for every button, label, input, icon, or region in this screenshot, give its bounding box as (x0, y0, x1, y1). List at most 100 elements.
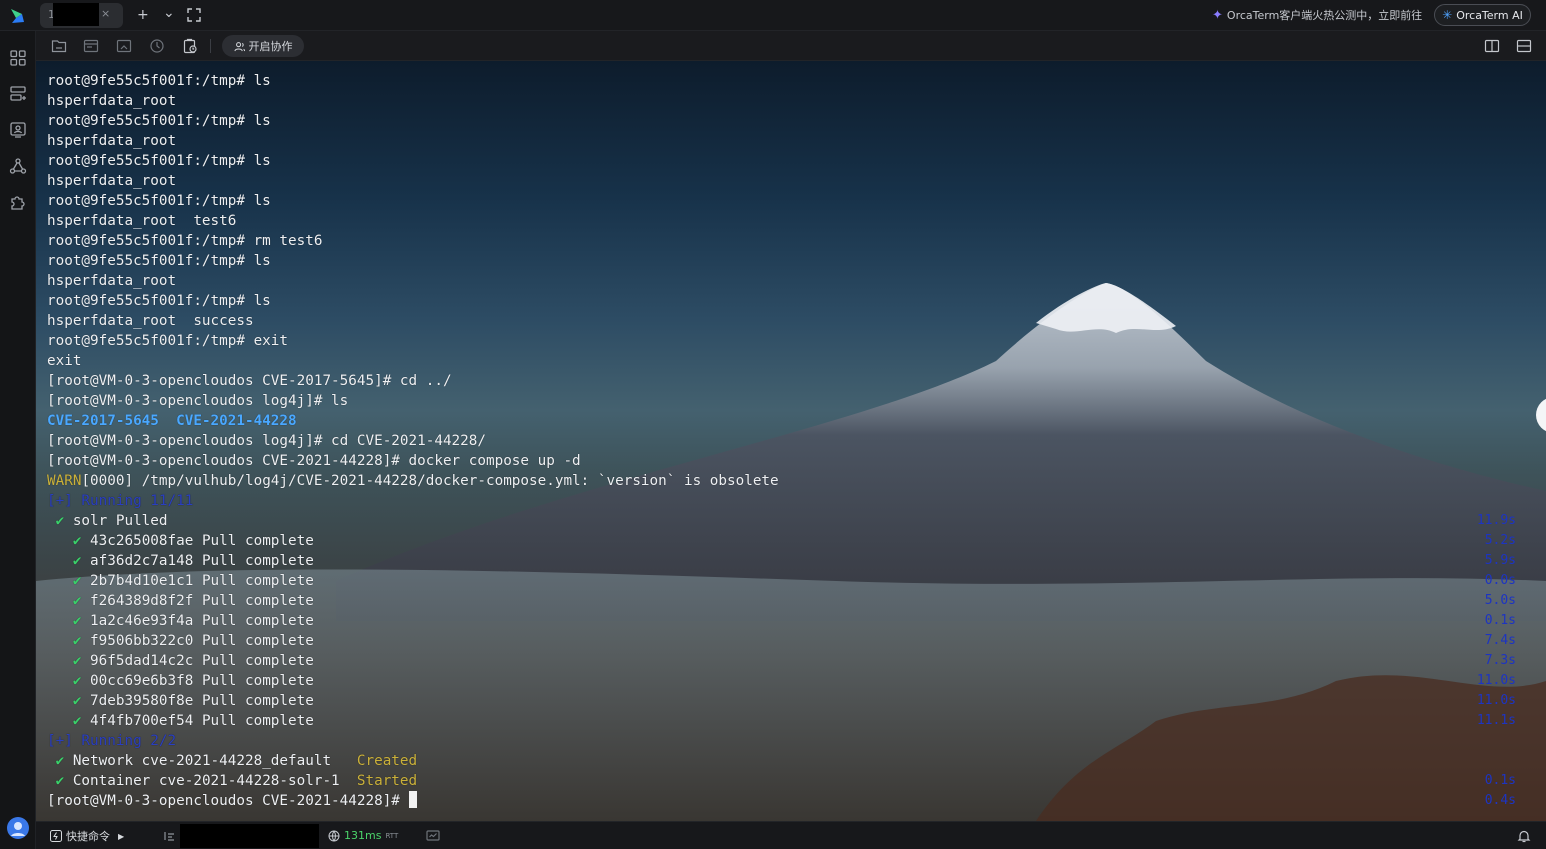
terminal-text-segment: hsperfdata_root (47, 273, 177, 289)
terminal-text-segment: hsperfdata_root (47, 173, 177, 189)
split-horizontal-icon[interactable] (1516, 38, 1532, 54)
terminal-text-segment: [root@VM-0-3-opencloudos CVE-2017-5645]#… (47, 373, 452, 389)
terminal-line: hsperfdata_root (47, 271, 779, 291)
terminal-text-segment: Started (356, 773, 418, 789)
terminal-line: ✔ 96f5dad14c2c Pull complete (47, 651, 779, 671)
split-vertical-icon[interactable] (1484, 38, 1500, 54)
terminal-text-segment: [0000] /tmp/vulhub/log4j/CVE-2021-44228/… (81, 473, 779, 489)
duration-label: 7.4s (1484, 633, 1516, 648)
terminal-line: ✔ Network cve-2021-44228_default Created (47, 751, 779, 771)
terminal-panel-icon[interactable] (83, 38, 99, 54)
duration-label: 0.1s (1484, 773, 1516, 788)
duration-label: 5.9s (1484, 553, 1516, 568)
terminal-text-segment: f9506bb322c0 Pull complete (81, 633, 314, 649)
globe-icon (328, 830, 340, 841)
server-list-icon[interactable] (9, 85, 27, 103)
terminal-line: [root@VM-0-3-opencloudos log4j]# ls (47, 391, 779, 411)
toolbar-divider (210, 39, 211, 53)
terminal-text-segment: ✔ (47, 573, 82, 589)
network-nodes-icon[interactable] (9, 157, 27, 175)
terminal-line: [root@VM-0-3-opencloudos CVE-2021-44228]… (47, 451, 779, 471)
terminal-line: root@9fe55c5f001f:/tmp# ls (47, 151, 779, 171)
terminal-line: hsperfdata_root test6 (47, 211, 779, 231)
lightning-icon (50, 830, 62, 842)
terminal-line: hsperfdata_root (47, 131, 779, 151)
screen-capture-icon[interactable] (116, 38, 132, 54)
file-manager-icon[interactable] (51, 38, 67, 54)
duration-label (1477, 731, 1516, 751)
security-shield-icon[interactable] (149, 38, 165, 54)
terminal-line: ✔ f264389d8f2f Pull complete (47, 591, 779, 611)
terminal-line: root@9fe55c5f001f:/tmp# ls (47, 111, 779, 131)
grid-apps-icon[interactable] (9, 49, 27, 67)
user-avatar[interactable] (7, 817, 29, 839)
terminal-text-segment: 7deb39580f8e Pull complete (81, 693, 314, 709)
orcaterm-logo-icon (11, 9, 24, 23)
terminal-text-segment: [+] Running 2/2 (47, 733, 177, 749)
terminal-text-segment: ✔ (47, 593, 82, 609)
terminal-text-segment: hsperfdata_root success (47, 313, 254, 329)
terminal-cursor (408, 791, 417, 808)
monitor-user-icon[interactable] (9, 121, 27, 139)
terminal-text-segment: ✔ (47, 513, 65, 529)
duration-label: 11.0s (1476, 693, 1516, 708)
terminal-line: root@9fe55c5f001f:/tmp# rm test6 (47, 231, 779, 251)
terminal-line: ✔ 43c265008fae Pull complete (47, 531, 779, 551)
terminal-view[interactable]: root@9fe55c5f001f:/tmp# ls hsperfdata_roo… (36, 61, 1546, 821)
terminal-text-segment: 1a2c46e93f4a Pull complete (81, 613, 314, 629)
start-collaboration-button[interactable]: 开启协作 (222, 35, 304, 57)
terminal-text-segment: ✔ (47, 773, 65, 789)
redacted-host-info (180, 824, 319, 848)
collaboration-label: 开启协作 (248, 40, 293, 53)
terminal-text-segment: CVE-2021-44228 (176, 413, 297, 429)
tab-dropdown-icon[interactable]: ⌄ (163, 4, 175, 22)
new-tab-icon[interactable]: + (137, 6, 149, 24)
session-tab[interactable]: 1 × (40, 3, 123, 28)
redacted-tab-name (53, 3, 99, 26)
terminal-line: [+] Running 11/11 (47, 491, 779, 511)
fullscreen-icon[interactable] (187, 8, 201, 22)
terminal-line: root@9fe55c5f001f:/tmp# ls (47, 251, 779, 271)
terminal-text-segment: Network cve-2021-44228_default (64, 753, 357, 769)
terminal-line: WARN[0000] /tmp/vulhub/log4j/CVE-2021-44… (47, 471, 779, 491)
network-latency: 131ms RTT (328, 829, 398, 842)
terminal-text-segment: ✔ (47, 553, 82, 569)
terminal-text-segment: root@9fe55c5f001f:/tmp# ls (47, 253, 271, 269)
plugin-puzzle-icon[interactable] (9, 193, 27, 211)
terminal-text-segment: [root@VM-0-3-opencloudos log4j]# cd CVE-… (47, 433, 486, 449)
terminal-text-segment: [+] Running 11/11 (47, 493, 194, 509)
terminal-line: root@9fe55c5f001f:/tmp# ls (47, 71, 779, 91)
terminal-text-segment: exit (47, 353, 82, 369)
promo-text: OrcaTerm客户端火热公测中，立即前往 (1226, 9, 1423, 22)
terminal-line: CVE-2017-5645 CVE-2021-44228 (47, 411, 779, 431)
client-promo-link[interactable]: ✦ OrcaTerm客户端火热公测中，立即前往 (1212, 7, 1422, 23)
quick-commands-button[interactable]: 快捷命令 ▶ (50, 828, 124, 844)
duration-label: 0.0s (1484, 573, 1516, 588)
terminal-line: [root@VM-0-3-opencloudos CVE-2021-44228]… (47, 791, 779, 811)
terminal-line: root@9fe55c5f001f:/tmp# ls (47, 191, 779, 211)
terminal-line: hsperfdata_root (47, 171, 779, 191)
status-bar: 快捷命令 ▶ 131ms RTT (36, 821, 1546, 849)
terminal-text-segment: WARN (47, 473, 82, 489)
terminal-text-segment: CVE-2017-5645 (47, 413, 159, 429)
terminal-output: root@9fe55c5f001f:/tmp# ls hsperfdata_roo… (47, 71, 779, 811)
monitor-chart-icon[interactable] (426, 829, 440, 843)
terminal-line: ✔ 7deb39580f8e Pull complete (47, 691, 779, 711)
terminal-line: [root@VM-0-3-opencloudos log4j]# cd CVE-… (47, 431, 779, 451)
terminal-text-segment: ✔ (47, 673, 82, 689)
terminal-text-segment: af36d2c7a148 Pull complete (81, 553, 314, 569)
clipboard-history-icon[interactable] (182, 38, 198, 54)
orcaterm-ai-button[interactable]: ✳ OrcaTerm AI (1434, 4, 1531, 26)
terminal-text-segment: root@9fe55c5f001f:/tmp# ls (47, 193, 271, 209)
notification-bell-icon[interactable] (1517, 829, 1531, 843)
terminal-text-segment: root@9fe55c5f001f:/tmp# ls (47, 73, 271, 89)
terminal-text-segment: root@9fe55c5f001f:/tmp# exit (47, 333, 289, 349)
session-toolbar: 开启协作 (36, 31, 1546, 61)
terminal-line: hsperfdata_root success (47, 311, 779, 331)
tab-close-icon[interactable]: × (101, 7, 110, 20)
broadcast-icon[interactable] (162, 829, 176, 843)
terminal-text-segment: [root@VM-0-3-opencloudos log4j]# ls (47, 393, 349, 409)
terminal-text-segment: f264389d8f2f Pull complete (81, 593, 314, 609)
terminal-line: hsperfdata_root (47, 91, 779, 111)
